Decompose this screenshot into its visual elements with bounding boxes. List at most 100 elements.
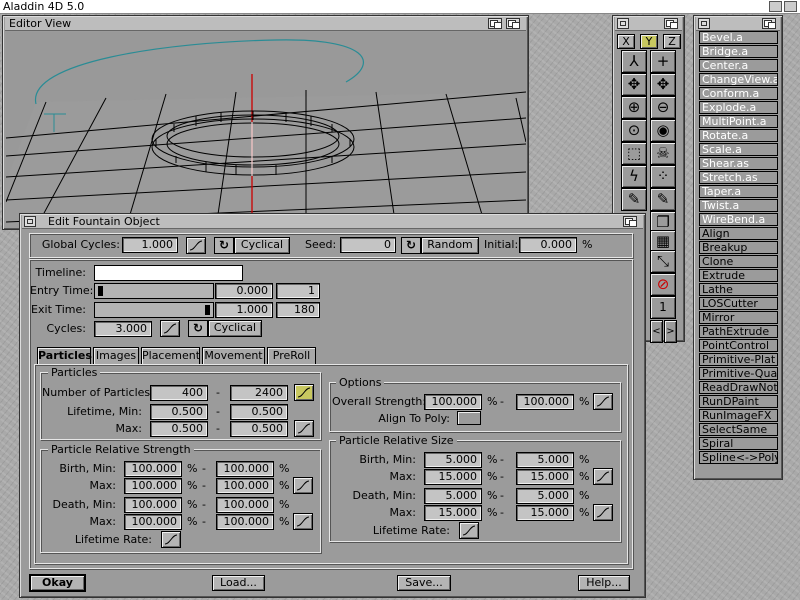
prs-birth-min-b[interactable]: 100.000 [216,461,274,477]
zoom-box-icon[interactable]: ⊙ [621,119,647,142]
cycle-icon[interactable]: ↻ [188,320,208,337]
slider-knob[interactable] [205,305,210,315]
toolbox-title-bar[interactable] [615,17,682,31]
depth-icon[interactable] [762,18,776,29]
path-icon[interactable]: ⤡ [650,250,676,273]
plugin-item[interactable]: Stretch.as [699,171,778,184]
entry-time-field[interactable]: 0.000 [215,283,273,299]
plugin-item[interactable]: WireBend.a [699,213,778,226]
zoom-icon[interactable] [506,18,520,29]
plugin-item[interactable]: Mirror [699,311,778,324]
plugin-item[interactable]: Primitive-Plat [699,353,778,366]
prs-birth-max-b[interactable]: 100.000 [216,478,274,494]
plugin-item[interactable]: Breakup [699,241,778,254]
curve-icon[interactable] [161,531,181,548]
axis-triad-icon[interactable]: ⅄ [621,50,647,73]
prs-death-min-b[interactable]: 100.000 [216,497,274,513]
curve-icon[interactable] [593,393,613,410]
slider-knob[interactable] [98,286,103,296]
prs-birth-min-a[interactable]: 100.000 [124,461,182,477]
axis-z-button[interactable]: Z [663,34,681,49]
curve-icon[interactable] [294,384,314,401]
align-to-poly-checkbox[interactable] [457,411,481,425]
lightning-icon[interactable]: ϟ [621,165,647,188]
plugin-item[interactable]: Align [699,227,778,240]
exit-frame-field[interactable]: 180 [276,302,320,318]
num-particles-max[interactable]: 2400 [230,385,288,401]
pen-icon[interactable]: ✎ [621,188,647,211]
depth-icon[interactable] [623,216,637,227]
plugin-item[interactable]: PathExtrude [699,325,778,338]
plugin-item[interactable]: Conform.a [699,87,778,100]
plugin-item[interactable]: MultiPoint.a [699,115,778,128]
lifetime-min-a[interactable]: 0.500 [150,404,208,420]
pen-alt-icon[interactable]: ✎ [650,188,676,211]
tab-movement[interactable]: Movement [202,347,265,364]
move-all-icon[interactable]: ✥ [650,73,676,96]
plugin-item[interactable]: Taper.a [699,185,778,198]
plugin-item[interactable]: Extrude [699,269,778,282]
lifetime-max-a[interactable]: 0.500 [150,421,208,437]
plugin-item[interactable]: Scale.a [699,143,778,156]
no-icon[interactable]: ⊘ [650,273,676,296]
plugin-item[interactable]: Lathe [699,283,778,296]
prz-death-max-a[interactable]: 15.000 [424,505,482,521]
plugin-item[interactable]: Spiral [699,437,778,450]
curve-icon[interactable] [593,468,613,485]
timeline-bar[interactable] [94,265,243,281]
curve-icon[interactable] [294,420,314,437]
plugin-item[interactable]: ChangeView.a [699,73,778,86]
points-icon[interactable]: ⁘ [650,165,676,188]
lifetime-min-b[interactable]: 0.500 [230,404,288,420]
tab-placement[interactable]: Placement [141,347,200,364]
plugin-item[interactable]: Shear.as [699,157,778,170]
exit-time-slider[interactable] [94,302,214,318]
next-page-icon[interactable]: > [664,320,677,343]
curve-icon[interactable] [293,513,313,530]
prz-death-min-a[interactable]: 5.000 [424,488,482,504]
skull-icon[interactable]: ☠ [650,142,676,165]
plugin-item[interactable]: Twist.a [699,199,778,212]
curve-icon[interactable] [459,522,479,539]
plugin-item[interactable]: Primitive-Quad [699,367,778,380]
prz-birth-min-a[interactable]: 5.000 [424,452,482,468]
prz-death-max-b[interactable]: 15.000 [516,505,574,521]
prev-page-icon[interactable]: < [650,320,663,343]
global-cycles-field[interactable]: 1.000 [122,237,178,253]
prz-birth-min-b[interactable]: 5.000 [516,452,574,468]
plugin-title-bar[interactable] [696,17,780,31]
move-icon[interactable]: ✥ [621,73,647,96]
num-particles-min[interactable]: 400 [150,385,208,401]
plugin-item[interactable]: ReadDrawNote [699,381,778,394]
tab-preroll[interactable]: PreRoll [267,347,316,364]
plugin-item[interactable]: LOSCutter [699,297,778,310]
plugin-item[interactable]: PointControl [699,339,778,352]
initial-field[interactable]: 0.000 [519,237,577,253]
curve-icon[interactable] [160,320,180,337]
cycles-cyclical-button[interactable]: Cyclical [208,320,262,337]
plugin-item[interactable]: Spline<->Poly [699,451,778,464]
axis-y-button[interactable]: Y [640,34,658,49]
cycle-icon[interactable]: ↻ [214,237,234,254]
load-button[interactable]: Load... [212,575,265,591]
plugin-item[interactable]: RunImageFX [699,409,778,422]
close-icon[interactable] [617,18,629,29]
editor-viewport[interactable] [6,32,526,228]
close-icon[interactable] [24,216,36,227]
prs-death-max-a[interactable]: 100.000 [124,514,182,530]
plugin-item[interactable]: Center.a [699,59,778,72]
seed-field[interactable]: 0 [340,237,396,253]
entry-time-slider[interactable] [94,283,214,299]
tab-images[interactable]: Images [93,347,139,364]
plugin-item[interactable]: Bridge.a [699,45,778,58]
window-depth-icon[interactable] [769,1,782,12]
save-button[interactable]: Save... [397,575,451,591]
cycles-field[interactable]: 3.000 [94,321,152,337]
prs-birth-max-a[interactable]: 100.000 [124,478,182,494]
plugin-item[interactable]: RunDPaint [699,395,778,408]
plugin-item[interactable]: Rotate.a [699,129,778,142]
prs-death-max-b[interactable]: 100.000 [216,514,274,530]
crosshair-icon[interactable]: + [650,50,676,73]
plugin-item[interactable]: SelectSame [699,423,778,436]
random-button[interactable]: Random [421,237,479,254]
